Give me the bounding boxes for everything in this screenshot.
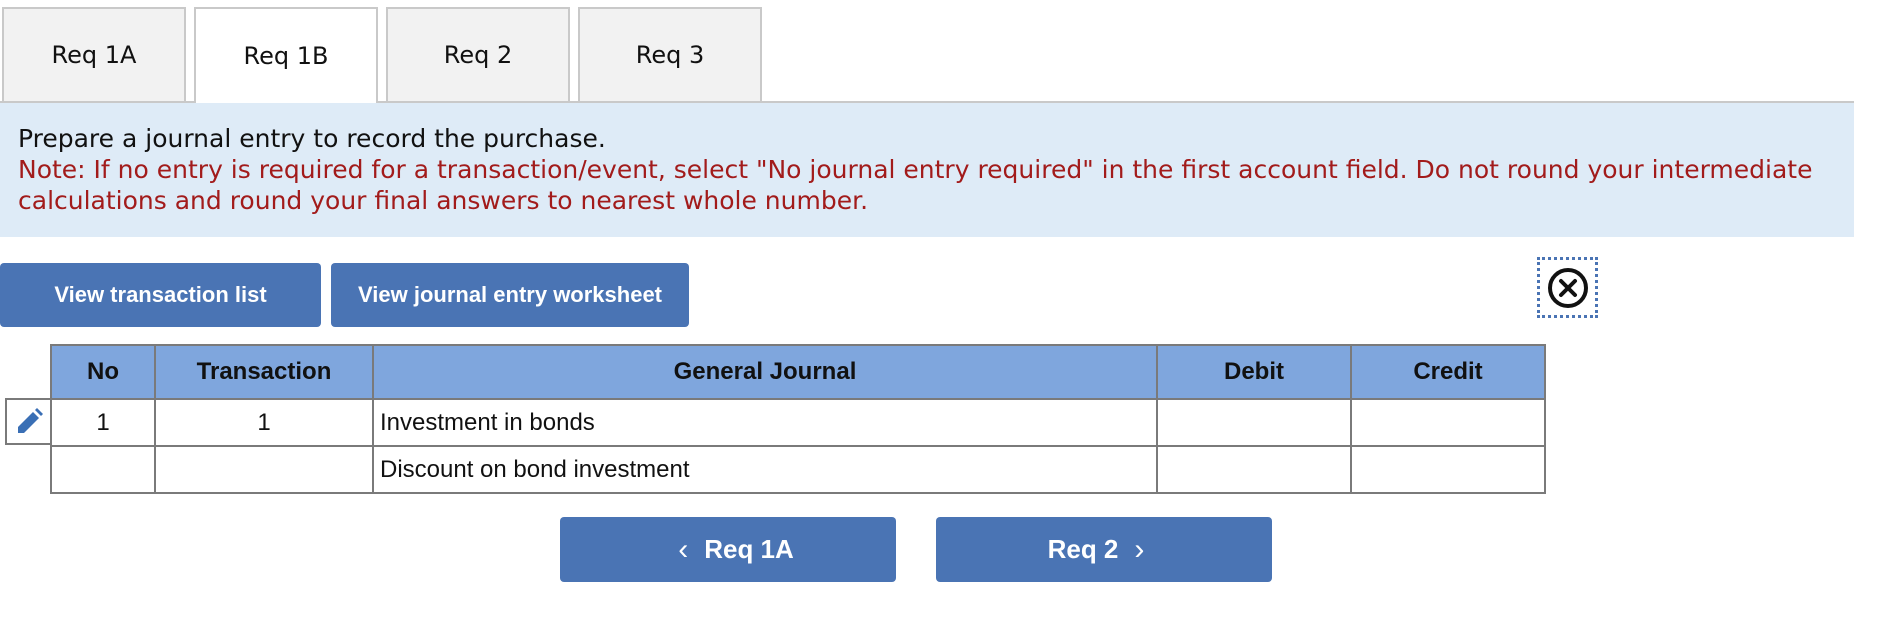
journal-table: No Transaction General Journal Debit Cre…: [50, 344, 1546, 494]
instruction-note: Note: If no entry is required for a tran…: [18, 155, 1813, 215]
row-transaction: [154, 445, 374, 494]
credit-cell[interactable]: [1350, 398, 1546, 447]
edit-entry-button[interactable]: [5, 398, 51, 445]
account-cell[interactable]: Investment in bonds: [372, 398, 1158, 447]
view-transaction-list-button[interactable]: View transaction list: [0, 263, 321, 327]
next-req-button[interactable]: Req 2 ›: [936, 517, 1272, 582]
table-header-row: No Transaction General Journal Debit Cre…: [50, 344, 1546, 400]
tab-req-1b[interactable]: Req 1B: [194, 7, 378, 103]
prev-req-label: Req 1A: [704, 534, 794, 564]
next-req-label: Req 2: [1047, 534, 1119, 564]
row-no: 1: [50, 398, 156, 447]
chevron-right-icon: ›: [1134, 532, 1145, 566]
account-cell[interactable]: Discount on bond investment: [372, 445, 1158, 494]
col-header-debit: Debit: [1156, 344, 1352, 400]
debit-cell[interactable]: [1156, 445, 1352, 494]
view-journal-entry-worksheet-button[interactable]: View journal entry worksheet: [331, 263, 689, 327]
tab-req-3[interactable]: Req 3: [578, 7, 762, 101]
tab-req-2[interactable]: Req 2: [386, 7, 570, 101]
close-circle-icon: [1547, 267, 1588, 308]
table-row: Discount on bond investment: [50, 445, 1546, 494]
instruction-text: Prepare a journal entry to record the pu…: [18, 124, 606, 153]
close-button[interactable]: [1537, 257, 1598, 318]
row-no: [50, 445, 156, 494]
credit-cell[interactable]: [1350, 445, 1546, 494]
instructions-panel: Prepare a journal entry to record the pu…: [0, 103, 1854, 237]
pencil-icon: [18, 407, 43, 433]
prev-req-button[interactable]: ‹ Req 1A: [560, 517, 896, 582]
col-header-general-journal: General Journal: [372, 344, 1158, 400]
tab-req-1a[interactable]: Req 1A: [2, 7, 186, 101]
chevron-left-icon: ‹: [678, 532, 689, 566]
col-header-credit: Credit: [1350, 344, 1546, 400]
col-header-no: No: [50, 344, 156, 400]
table-row: 1 1 Investment in bonds: [50, 398, 1546, 447]
row-transaction: 1: [154, 398, 374, 447]
col-header-transaction: Transaction: [154, 344, 374, 400]
debit-cell[interactable]: [1156, 398, 1352, 447]
